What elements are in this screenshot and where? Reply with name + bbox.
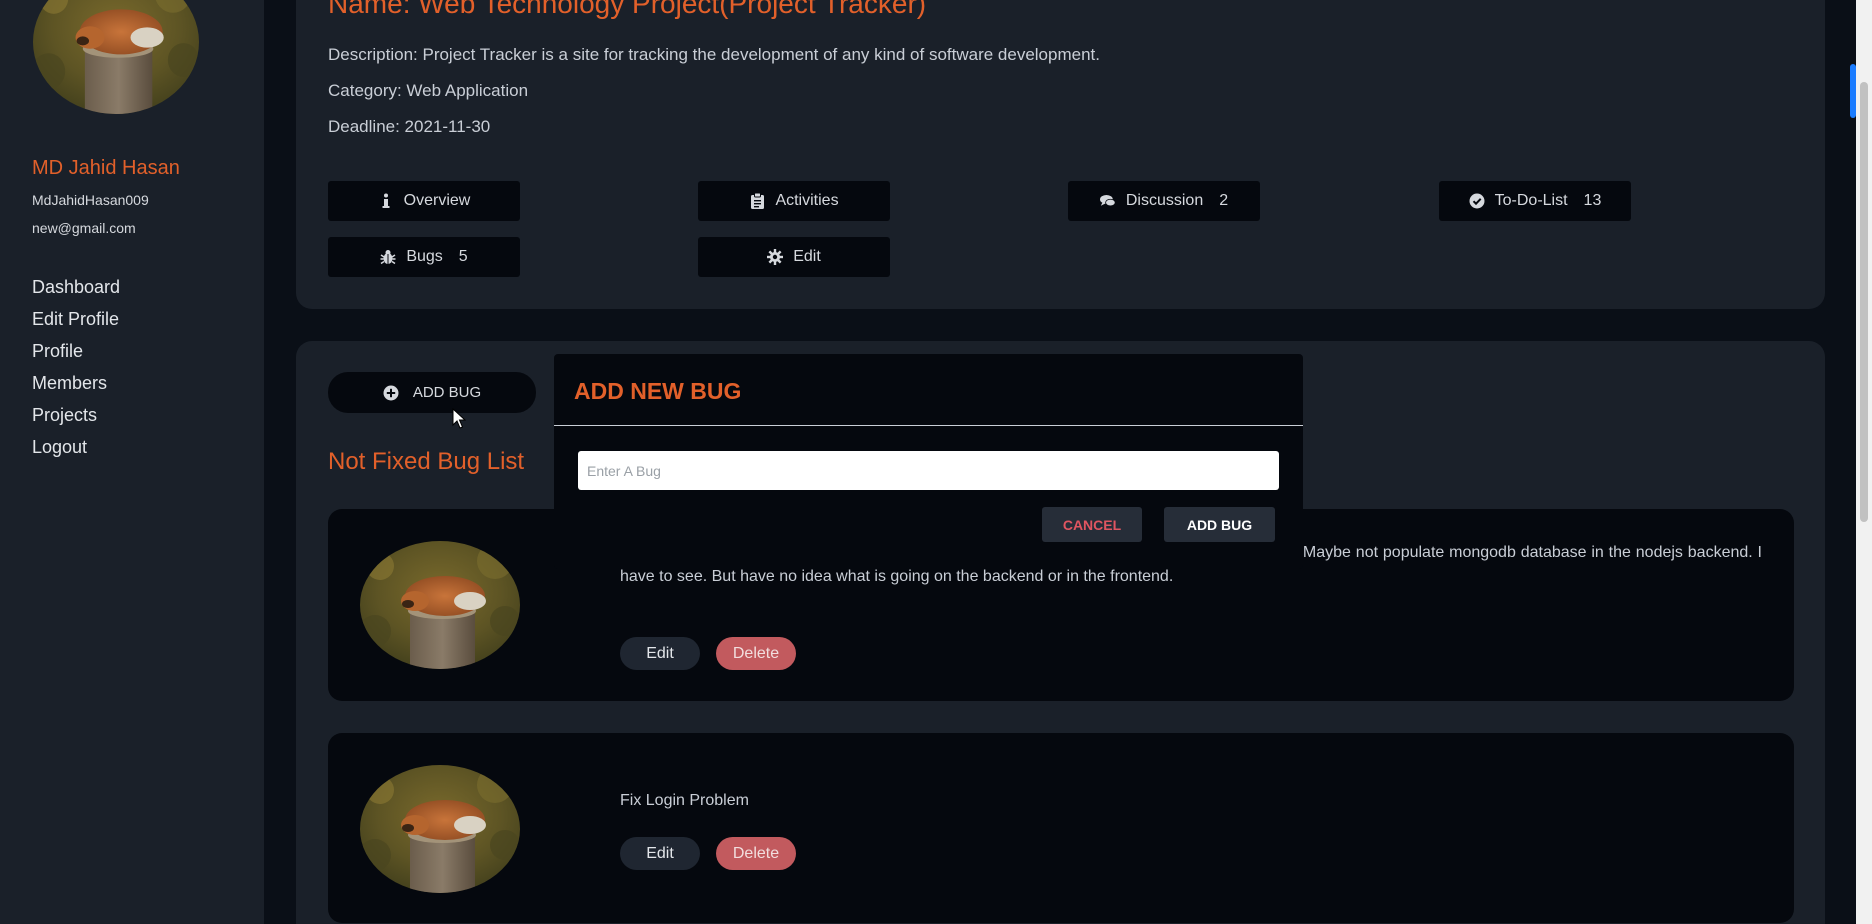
bug-input[interactable] bbox=[578, 451, 1279, 490]
check-circle-icon bbox=[1469, 193, 1485, 209]
side-nav: Dashboard Edit Profile Profile Members P… bbox=[32, 276, 120, 468]
modal-title: ADD NEW BUG bbox=[574, 378, 742, 404]
tab-discussion[interactable]: Discussion 2 bbox=[1068, 181, 1260, 221]
user-handle: MdJahidHasan009 bbox=[32, 192, 149, 208]
tab-overview[interactable]: Overview bbox=[328, 181, 520, 221]
add-bug-submit-button[interactable]: ADD BUG bbox=[1164, 507, 1275, 542]
project-name: Name: Web Technology Project(Project Tra… bbox=[328, 0, 927, 19]
tab-bugs-label: Bugs bbox=[406, 248, 443, 265]
bug-avatar bbox=[360, 765, 520, 893]
bug-avatar bbox=[360, 541, 520, 669]
clipboard-icon bbox=[749, 193, 765, 209]
not-fixed-bug-list-title: Not Fixed Bug List bbox=[328, 448, 525, 475]
edit-bug-button[interactable]: Edit bbox=[620, 637, 700, 670]
sidebar: MD Jahid Hasan MdJahidHasan009 new@gmail… bbox=[0, 0, 264, 924]
add-bug-button[interactable]: ADD BUG bbox=[328, 372, 536, 413]
info-icon bbox=[378, 193, 394, 209]
tab-edit-label: Edit bbox=[793, 248, 821, 265]
nav-profile[interactable]: Profile bbox=[32, 340, 120, 372]
bug-icon bbox=[380, 249, 396, 265]
tab-todo-list[interactable]: To-Do-List 13 bbox=[1439, 181, 1631, 221]
add-bug-modal: ADD NEW BUG CANCEL ADD BUG bbox=[554, 354, 1303, 569]
mouse-cursor bbox=[452, 407, 467, 435]
page-scrollbar[interactable] bbox=[1856, 0, 1872, 924]
tab-todo-label: To-Do-List bbox=[1494, 192, 1568, 209]
user-email: new@gmail.com bbox=[32, 220, 136, 236]
cancel-button[interactable]: CANCEL bbox=[1042, 507, 1142, 542]
todo-count: 13 bbox=[1583, 192, 1602, 209]
edit-bug-button[interactable]: Edit bbox=[620, 837, 700, 870]
scrollbar-thumb[interactable] bbox=[1860, 82, 1868, 522]
delete-bug-button[interactable]: Delete bbox=[716, 837, 796, 870]
nav-dashboard[interactable]: Dashboard bbox=[32, 276, 120, 308]
project-deadline: Deadline: 2021-11-30 bbox=[328, 117, 491, 136]
tab-overview-label: Overview bbox=[403, 192, 471, 209]
nav-edit-profile[interactable]: Edit Profile bbox=[32, 308, 120, 340]
nav-logout[interactable]: Logout bbox=[32, 436, 120, 468]
bug-description: Fix Login Problem bbox=[620, 792, 749, 809]
tab-bugs[interactable]: Bugs 5 bbox=[328, 237, 520, 277]
modal-divider bbox=[554, 425, 1303, 426]
nav-members[interactable]: Members bbox=[32, 372, 120, 404]
profile-avatar bbox=[33, 0, 199, 114]
project-description: Description: Project Tracker is a site f… bbox=[328, 45, 1100, 64]
tab-edit[interactable]: Edit bbox=[698, 237, 890, 277]
add-bug-label: ADD BUG bbox=[412, 384, 482, 401]
nav-projects[interactable]: Projects bbox=[32, 404, 120, 436]
bugs-count: 5 bbox=[458, 248, 468, 265]
delete-bug-button[interactable]: Delete bbox=[716, 637, 796, 670]
gear-icon bbox=[767, 249, 784, 265]
user-name: MD Jahid Hasan bbox=[32, 157, 180, 179]
comments-icon bbox=[1099, 193, 1116, 209]
tab-activities-label: Activities bbox=[775, 192, 839, 209]
bug-item bbox=[328, 733, 1794, 923]
plus-circle-icon bbox=[383, 385, 399, 401]
tab-discussion-label: Discussion bbox=[1125, 192, 1204, 209]
discussion-count: 2 bbox=[1219, 192, 1229, 209]
tab-activities[interactable]: Activities bbox=[698, 181, 890, 221]
project-category: Category: Web Application bbox=[328, 81, 529, 100]
